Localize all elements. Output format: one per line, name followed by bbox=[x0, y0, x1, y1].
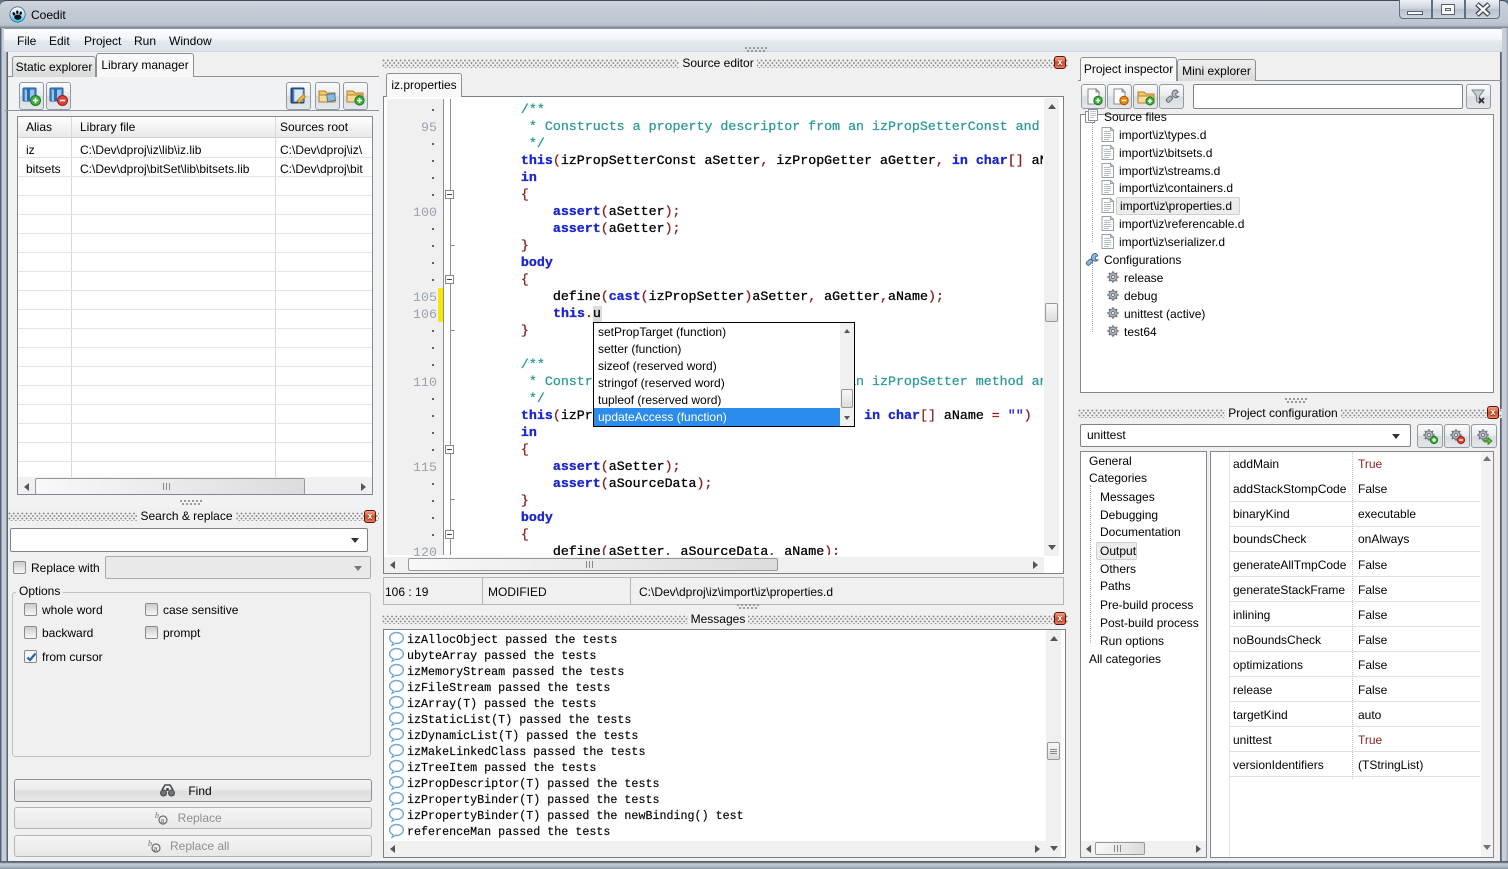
svg-text:a: a bbox=[161, 818, 165, 825]
svg-text:b: b bbox=[148, 839, 152, 848]
svg-text:b: b bbox=[155, 811, 159, 820]
svg-text:a: a bbox=[154, 846, 158, 853]
